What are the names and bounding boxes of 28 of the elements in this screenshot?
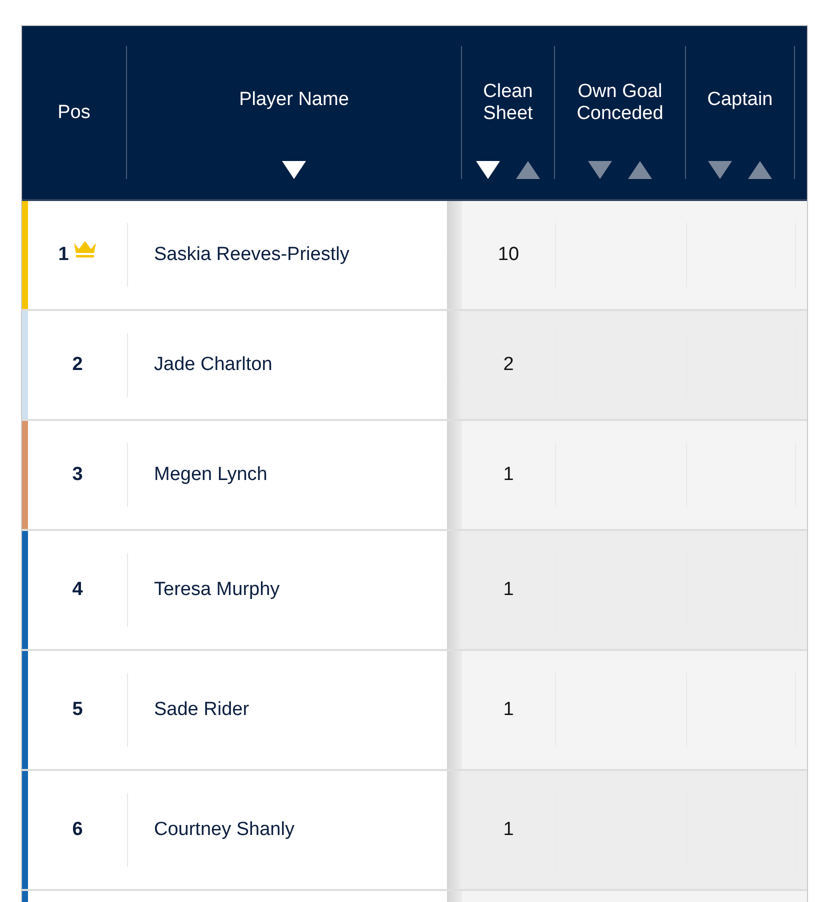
sort-ascending-icon[interactable] bbox=[748, 161, 772, 179]
column-header[interactable]: Captain bbox=[703, 42, 777, 157]
position-number: 6 bbox=[72, 819, 83, 841]
position-number: 4 bbox=[72, 579, 83, 601]
position-number: 5 bbox=[72, 699, 83, 721]
stat-cell: 10 bbox=[462, 201, 555, 309]
sort-ascending-icon[interactable] bbox=[628, 161, 652, 179]
stat-cell: 1 bbox=[462, 531, 555, 649]
column-header[interactable]: Pos bbox=[54, 102, 94, 124]
position-number: 3 bbox=[72, 464, 83, 486]
sort-ascending-icon[interactable] bbox=[516, 161, 540, 179]
position-number: 1 bbox=[58, 244, 69, 266]
player-name: Saskia Reeves-Priestly bbox=[154, 244, 350, 266]
column-header[interactable]: Player Name bbox=[235, 42, 353, 157]
stat-cell: 2 bbox=[462, 311, 555, 419]
column-header[interactable]: Clean Sheet bbox=[462, 42, 554, 157]
sort-descending-icon[interactable] bbox=[476, 161, 500, 179]
player-name: Jade Charlton bbox=[154, 354, 272, 376]
player-name: Sade Rider bbox=[154, 699, 250, 721]
stat-cell: 1 bbox=[462, 651, 555, 769]
column-header[interactable]: Own Goal Conceded bbox=[555, 42, 685, 157]
stat-cell: 1 bbox=[462, 771, 555, 889]
player-name: Teresa Murphy bbox=[154, 579, 280, 601]
player-name: Megen Lynch bbox=[154, 464, 268, 486]
position-number: 2 bbox=[72, 354, 83, 376]
player-name: Courtney Shanly bbox=[154, 819, 294, 841]
sort-descending-icon[interactable] bbox=[282, 161, 306, 179]
stat-cell: 1 bbox=[462, 421, 555, 529]
